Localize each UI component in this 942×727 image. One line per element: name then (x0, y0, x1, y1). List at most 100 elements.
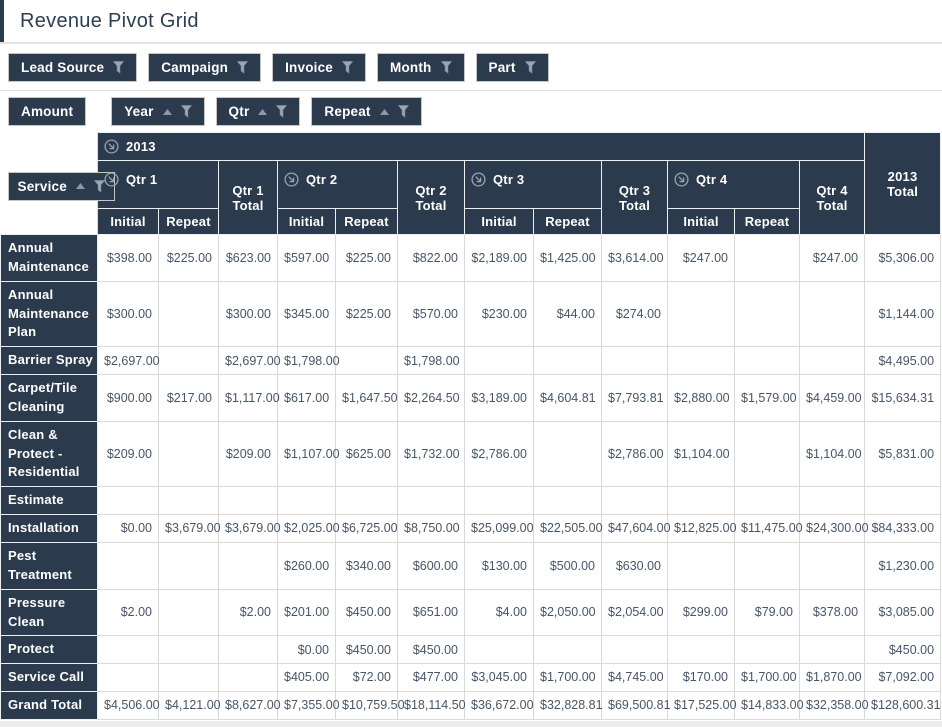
filter-icon[interactable] (440, 60, 452, 74)
value-cell: $1,230.00 (864, 541, 942, 590)
row-field-service[interactable]: Service (7, 171, 115, 201)
column-field-label: Qtr (228, 104, 250, 119)
value-cell (798, 541, 866, 590)
collapse-icon[interactable] (674, 172, 689, 187)
value-cell: $450.00 (335, 588, 398, 637)
value-cell (533, 486, 602, 516)
qtr1-header[interactable]: Qtr 1 (97, 160, 219, 209)
qtr4-total-header: Qtr 4 Total (798, 160, 866, 235)
value-cell: $84,333.00 (864, 514, 942, 543)
value-cell (667, 486, 735, 516)
subheader-initial: Initial (97, 208, 159, 235)
value-cell (734, 635, 800, 665)
qtr3-header[interactable]: Qtr 3 (464, 160, 602, 209)
value-cell (798, 346, 866, 376)
value-cell: $247.00 (798, 234, 866, 282)
value-cell: $378.00 (798, 588, 866, 637)
value-cell: $2,050.00 (533, 588, 602, 637)
filter-icon[interactable] (397, 105, 409, 118)
table-row: Pressure Clean $2.00 $2.00 $201.00 $450.00 $6… (0, 588, 942, 637)
filter-field-label: Lead Source (21, 59, 105, 75)
value-cell: $2,697.00 (97, 346, 160, 376)
qtr-header-label: Qtr 4 (696, 172, 728, 187)
qtr2-header[interactable]: Qtr 2 (277, 160, 398, 209)
table-row: Annual Maintenance Plan $300.00 $300.00 $34… (0, 280, 942, 348)
filter-icon[interactable] (342, 60, 353, 74)
value-cell: $1,144.00 (864, 280, 942, 348)
qtr-header-label: Qtr 3 (493, 172, 525, 187)
filter-field-invoice[interactable]: Invoice (272, 52, 367, 82)
grand-total-row: Grand Total $4,506.00 $4,121.00 $8,627.00 $7… (0, 691, 942, 720)
column-field-repeat[interactable]: Repeat (311, 97, 422, 126)
value-cell: $1,104.00 (667, 420, 735, 488)
value-cell (734, 280, 800, 348)
value-cell: $1,104.00 (798, 420, 866, 488)
data-and-column-fields-area: Amount Year Qtr Repeat (0, 91, 942, 132)
value-cell: $7,092.00 (864, 663, 942, 693)
data-field-amount[interactable]: Amount (8, 97, 87, 126)
filter-field-part[interactable]: Part (475, 52, 549, 82)
value-cell: $299.00 (667, 588, 735, 637)
year-header-2013[interactable]: 2013 (96, 132, 866, 161)
value-cell (335, 346, 398, 376)
column-field-qtr[interactable]: Qtr (215, 97, 301, 126)
horizontal-scrollbar[interactable] (0, 720, 942, 727)
filter-icon[interactable] (113, 60, 125, 74)
value-cell: $2,786.00 (601, 420, 668, 488)
table-row: Annual Maintenance $398.00 $225.00 $623.00 $… (0, 234, 942, 282)
row-header: Protect (0, 635, 98, 665)
value-cell: $2,697.00 (218, 346, 281, 376)
sort-asc-icon (258, 108, 268, 115)
value-cell: $450.00 (864, 635, 942, 665)
value-cell: $500.00 (533, 541, 602, 590)
filter-icon[interactable] (276, 105, 288, 118)
filter-icon[interactable] (180, 105, 192, 118)
value-cell: $450.00 (397, 635, 465, 665)
value-cell (335, 486, 398, 516)
filter-icon[interactable] (237, 60, 248, 74)
value-cell (464, 486, 534, 516)
row-header: Annual Maintenance (0, 234, 98, 282)
value-cell: $4,506.00 (97, 691, 160, 720)
row-header: Annual Maintenance Plan (0, 280, 98, 348)
column-fields-area: Year Qtr Repeat (111, 97, 422, 126)
filter-field-campaign[interactable]: Campaign (148, 52, 262, 82)
value-cell: $7,355.00 (277, 691, 340, 720)
filter-field-lead-source[interactable]: Lead Source (8, 52, 138, 82)
value-cell: $2,264.50 (397, 374, 465, 422)
row-header: Pressure Clean (0, 588, 98, 637)
qtr3-total-header: Qtr 3 Total (601, 160, 668, 235)
collapse-icon[interactable] (104, 172, 119, 187)
value-cell: $398.00 (97, 234, 159, 282)
qtr4-header[interactable]: Qtr 4 (667, 160, 800, 209)
collapse-icon[interactable] (471, 172, 486, 187)
value-cell: $1,798.00 (397, 346, 465, 376)
filter-field-month[interactable]: Month (377, 52, 465, 82)
subheader-repeat: Repeat (158, 208, 219, 235)
column-field-year[interactable]: Year (111, 97, 205, 126)
qtr2-total-header: Qtr 2 Total (397, 160, 465, 235)
value-cell (277, 486, 336, 516)
value-cell: $130.00 (464, 541, 534, 590)
value-cell: $72.00 (335, 663, 398, 693)
value-cell: $260.00 (277, 541, 336, 590)
value-cell: $1,117.00 (218, 374, 280, 422)
value-cell: $2.00 (218, 588, 278, 637)
value-cell: $18,114.50 (397, 691, 466, 720)
value-cell (464, 635, 534, 665)
value-cell: $3,679.00 (158, 514, 221, 543)
table-row: Service Call $405.00 $72.00 $477.00 $3,045.0… (0, 663, 942, 693)
value-cell: $2.00 (97, 588, 159, 637)
value-cell: $625.00 (335, 420, 398, 488)
collapse-icon[interactable] (284, 172, 299, 187)
value-cell: $822.00 (397, 234, 465, 282)
qtr-header-label: Qtr 1 (126, 172, 158, 187)
value-cell: $3,189.00 (464, 374, 534, 422)
pivot-body: Annual Maintenance $398.00 $225.00 $623.00 $… (0, 234, 942, 720)
value-cell: $32,828.81 (533, 691, 603, 720)
title-bar: Revenue Pivot Grid (0, 0, 942, 44)
corner-cell: Service (0, 132, 115, 235)
collapse-icon[interactable] (104, 139, 119, 154)
filter-icon[interactable] (524, 60, 536, 74)
value-cell: $5,831.00 (864, 420, 942, 488)
